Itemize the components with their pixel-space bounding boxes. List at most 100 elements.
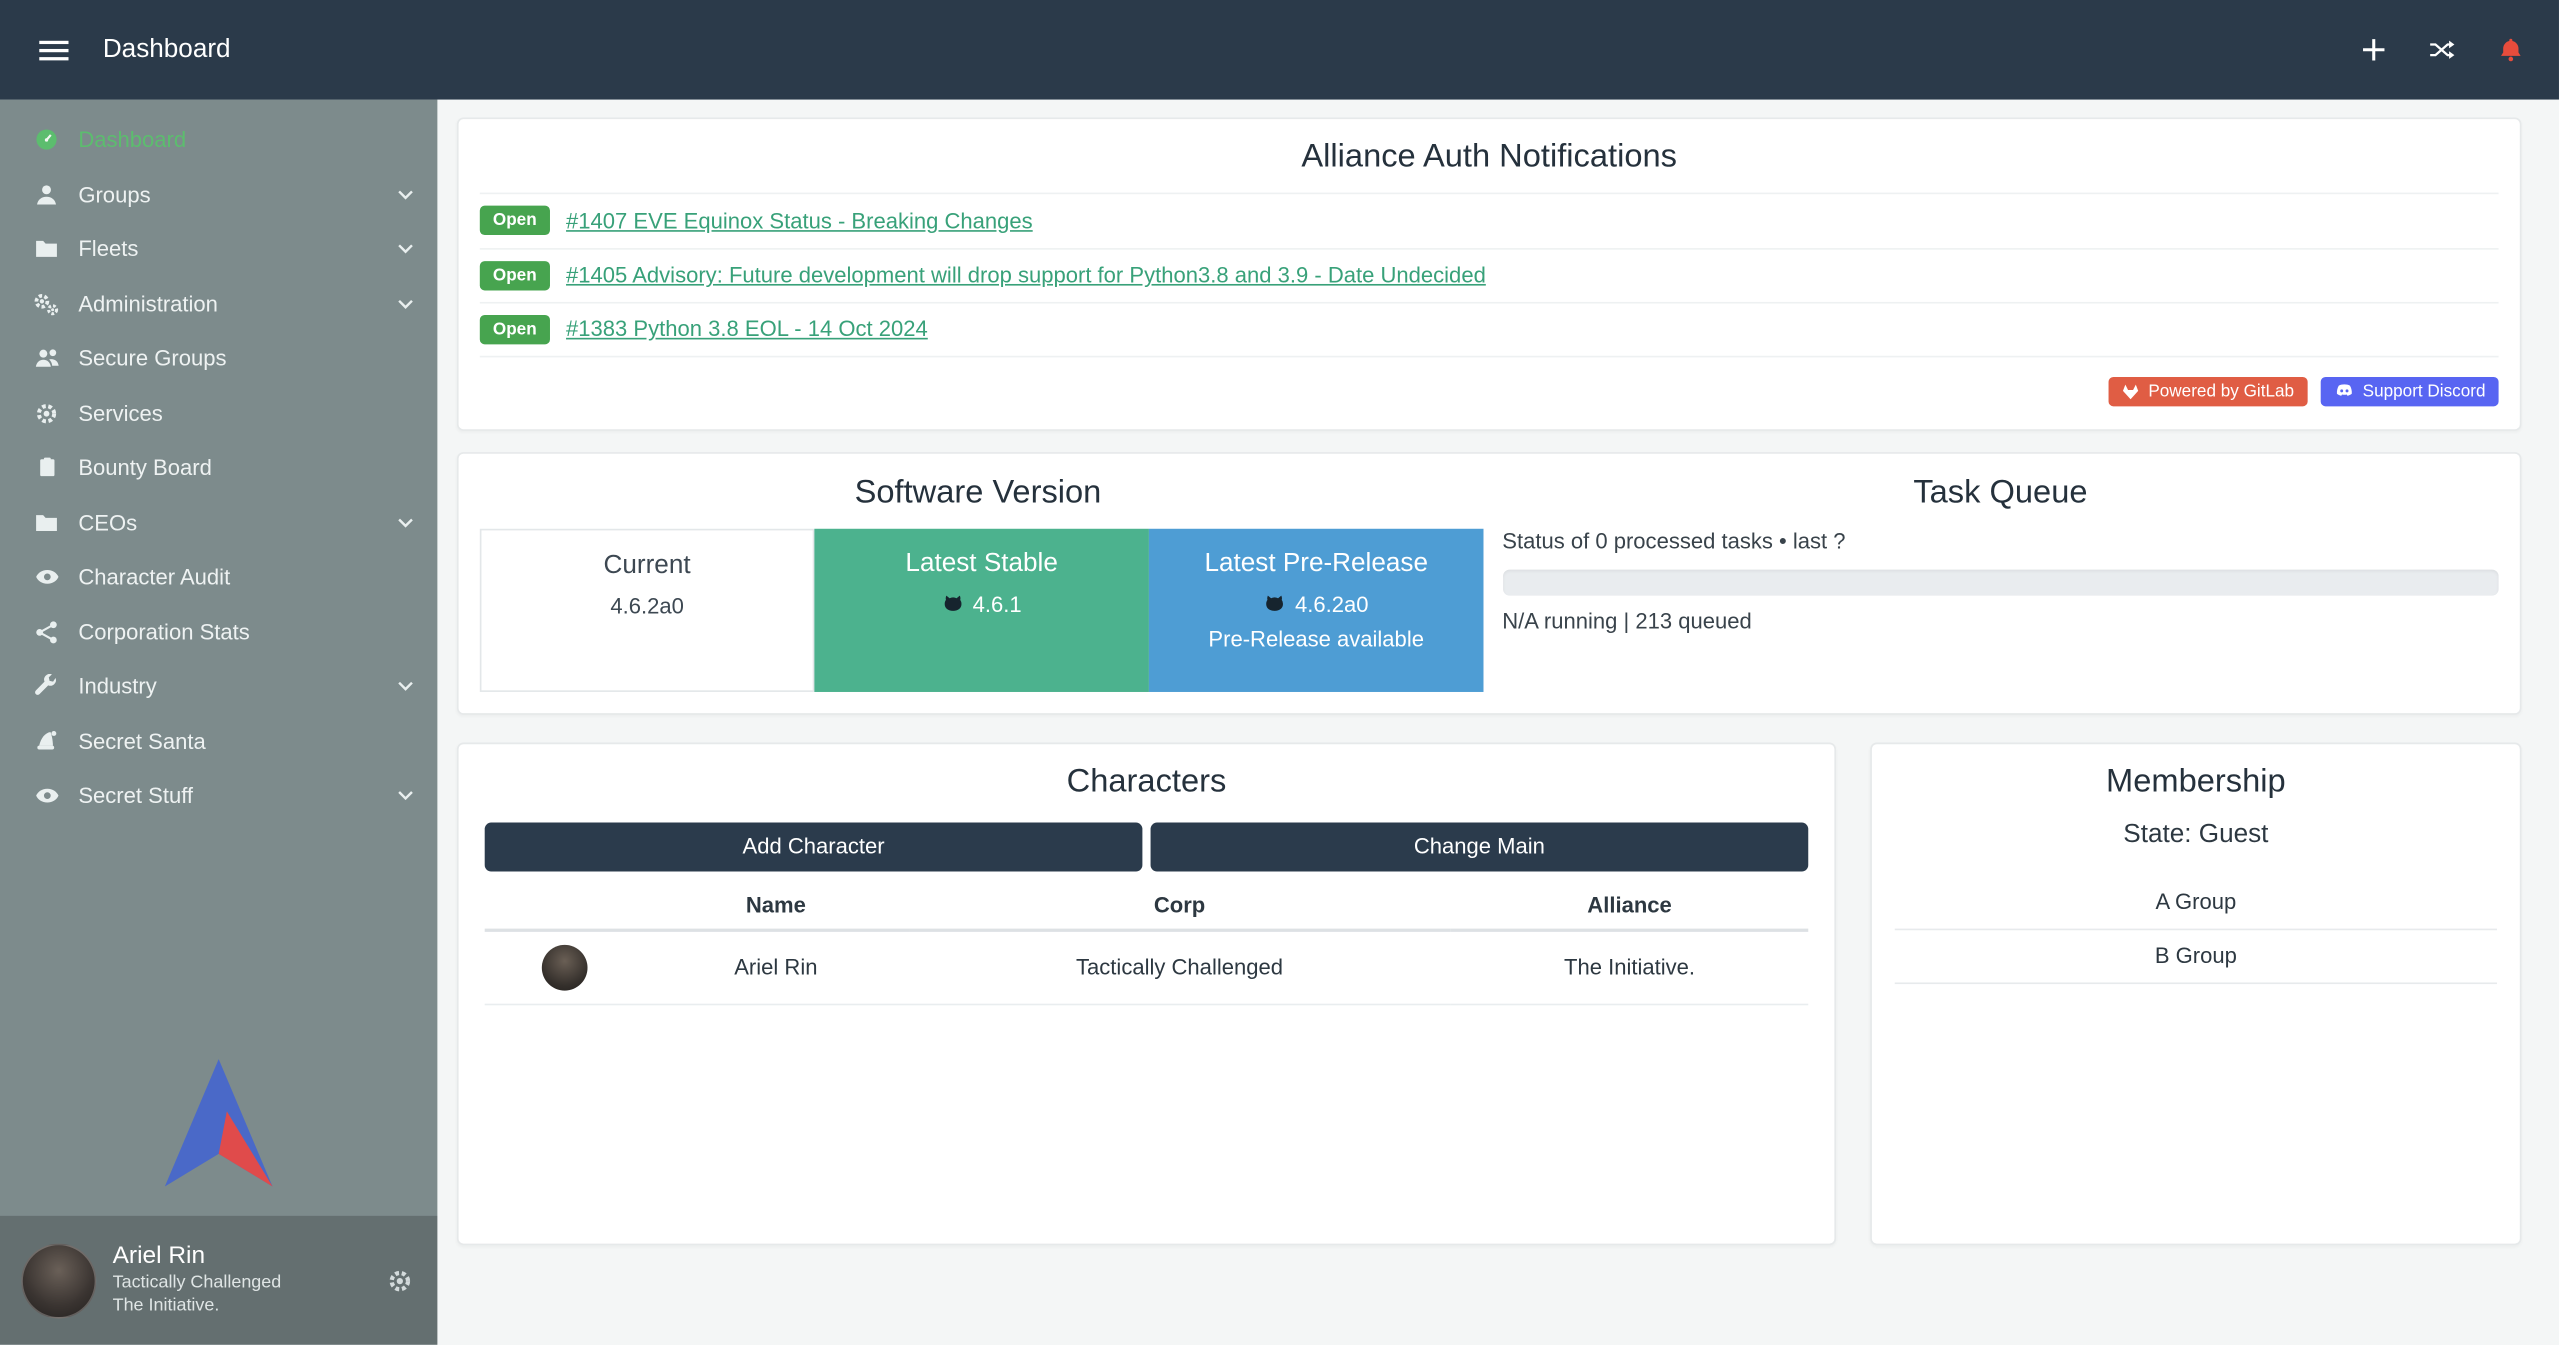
sidebar-item-corporation-stats[interactable]: Corporation Stats: [0, 605, 437, 660]
discord-shield[interactable]: Support Discord: [2320, 376, 2498, 405]
clipboard-icon: [33, 456, 61, 480]
gitlab-cat-icon: [942, 594, 965, 614]
task-queue-progressbar: [1502, 569, 2498, 595]
sidebar-item-secret-santa[interactable]: Secret Santa: [0, 714, 437, 769]
bottom-row: Characters Add Character Change Main Nam…: [457, 742, 2521, 1245]
gitlab-cat-icon: [1264, 594, 1287, 614]
task-queue-summary: N/A running | 213 queued: [1502, 608, 2498, 632]
menu-icon[interactable]: [33, 32, 75, 68]
chevron-down-icon: [397, 517, 415, 528]
share-icon: [33, 620, 61, 644]
bell-icon[interactable]: [2495, 34, 2526, 65]
character-avatar: [541, 944, 587, 990]
change-main-button[interactable]: Change Main: [1151, 822, 1809, 871]
status-badge: Open: [480, 315, 550, 344]
gitlab-icon: [2122, 383, 2140, 399]
chevron-down-icon: [397, 681, 415, 692]
header-name: Name: [644, 880, 909, 929]
sidebar-item-label: Corporation Stats: [78, 620, 414, 644]
user-name: Ariel Rin: [113, 1243, 368, 1274]
discord-shield-label: Support Discord: [2363, 381, 2486, 401]
sidebar-item-secret-stuff[interactable]: Secret Stuff: [0, 769, 437, 824]
version-prerelease-note: Pre-Release available: [1149, 626, 1484, 650]
sidebar-item-label: Bounty Board: [78, 456, 414, 480]
sidebar-item-label: CEOs: [78, 510, 396, 534]
sidebar-item-label: Secure Groups: [78, 346, 414, 370]
page: Dashboard Dashboard Groups Fleets: [0, 0, 2559, 1345]
group-row: B Group: [1895, 929, 2497, 983]
folder-icon: [33, 510, 61, 534]
character-name: Ariel Rin: [644, 929, 909, 1003]
membership-state: State: Guest: [1895, 820, 2497, 849]
sidebar-item-dashboard[interactable]: Dashboard: [0, 113, 437, 168]
status-badge: Open: [480, 261, 550, 290]
notification-link[interactable]: #1383 Python 3.8 EOL - 14 Oct 2024: [566, 317, 928, 341]
sidebar-item-secure-groups[interactable]: Secure Groups: [0, 331, 437, 386]
software-version-title: Software Version: [480, 474, 1476, 512]
notifications-title: Alliance Auth Notifications: [480, 139, 2499, 177]
shuffle-icon[interactable]: [2425, 36, 2459, 64]
task-queue-panel: Task Queue Status of 0 processed tasks •…: [1502, 474, 2498, 691]
chevron-down-icon: [397, 298, 415, 309]
sidebar-item-label: Fleets: [78, 237, 396, 261]
gitlab-shield[interactable]: Powered by GitLab: [2109, 376, 2307, 405]
gitlab-shield-label: Powered by GitLab: [2148, 381, 2294, 401]
alliance-logo: [165, 1059, 273, 1186]
notification-row: Open #1407 EVE Equinox Status - Breaking…: [480, 193, 2499, 248]
sidebar-item-industry[interactable]: Industry: [0, 659, 437, 714]
page-title: Dashboard: [103, 35, 231, 64]
sidebar-item-label: Groups: [78, 182, 396, 206]
sidebar-item-label: Administration: [78, 292, 396, 316]
user-alliance: The Initiative.: [113, 1296, 368, 1318]
main-content: Alliance Auth Notifications Open #1407 E…: [437, 100, 2559, 1345]
status-badge: Open: [480, 206, 550, 235]
eye-icon: [33, 784, 61, 808]
chevron-down-icon: [397, 244, 415, 255]
discord-icon: [2333, 383, 2354, 399]
shield-row: Powered by GitLab Support Discord: [480, 376, 2499, 405]
characters-table-header: Name Corp Alliance: [485, 880, 1809, 929]
sidebar-item-groups[interactable]: Groups: [0, 167, 437, 222]
plus-icon[interactable]: [2358, 34, 2389, 65]
sidebar-item-administration[interactable]: Administration: [0, 277, 437, 332]
task-queue-status: Status of 0 processed tasks • last ?: [1502, 528, 2498, 552]
sidebar-item-fleets[interactable]: Fleets: [0, 222, 437, 277]
sidebar-item-character-audit[interactable]: Character Audit: [0, 550, 437, 605]
gear-icon[interactable]: [384, 1264, 417, 1297]
version-queue-card: Software Version Current 4.6.2a0 Latest …: [457, 451, 2521, 714]
eye-icon: [33, 565, 61, 589]
sidebar-item-ceos[interactable]: CEOs: [0, 495, 437, 550]
user-meta: Ariel Rin Tactically Challenged The Init…: [113, 1243, 368, 1318]
character-corp: Tactically Challenged: [908, 929, 1451, 1003]
version-current-label: Current: [481, 551, 812, 580]
group-row: A Group: [1895, 876, 2497, 930]
characters-actions: Add Character Change Main: [485, 822, 1809, 871]
notifications-list: Open #1407 EVE Equinox Status - Breaking…: [480, 193, 2499, 357]
chevron-down-icon: [397, 189, 415, 200]
sidebar-item-label: Secret Santa: [78, 729, 414, 753]
gear-icon: [33, 401, 61, 425]
version-prerelease-value: 4.6.2a0: [1295, 592, 1369, 616]
top-navbar: Dashboard: [0, 0, 2559, 100]
sidebar-item-services[interactable]: Services: [0, 386, 437, 441]
add-character-button[interactable]: Add Character: [485, 822, 1143, 871]
sidebar-item-label: Industry: [78, 674, 396, 698]
sidebar-item-bounty-board[interactable]: Bounty Board: [0, 441, 437, 496]
santa-hat-icon: [33, 729, 61, 753]
version-stable-label: Latest Stable: [814, 549, 1149, 578]
gears-icon: [33, 292, 61, 316]
software-version-panel: Software Version Current 4.6.2a0 Latest …: [480, 474, 1476, 691]
user-avatar: [21, 1243, 96, 1318]
notification-row: Open #1383 Python 3.8 EOL - 14 Oct 2024: [480, 302, 2499, 357]
wrench-icon: [33, 674, 61, 698]
characters-card: Characters Add Character Change Main Nam…: [457, 742, 1836, 1245]
navbar-actions: [2358, 34, 2526, 65]
version-current-box: Current 4.6.2a0: [480, 528, 815, 691]
notification-link[interactable]: #1405 Advisory: Future development will …: [566, 263, 1486, 287]
notification-link[interactable]: #1407 EVE Equinox Status - Breaking Chan…: [566, 208, 1033, 232]
chevron-down-icon: [397, 790, 415, 801]
version-row: Current 4.6.2a0 Latest Stable 4.6.1 Late…: [480, 528, 1476, 691]
header-corp: Corp: [908, 880, 1451, 929]
character-alliance: The Initiative.: [1451, 929, 1808, 1003]
header-alliance: Alliance: [1451, 880, 1808, 929]
